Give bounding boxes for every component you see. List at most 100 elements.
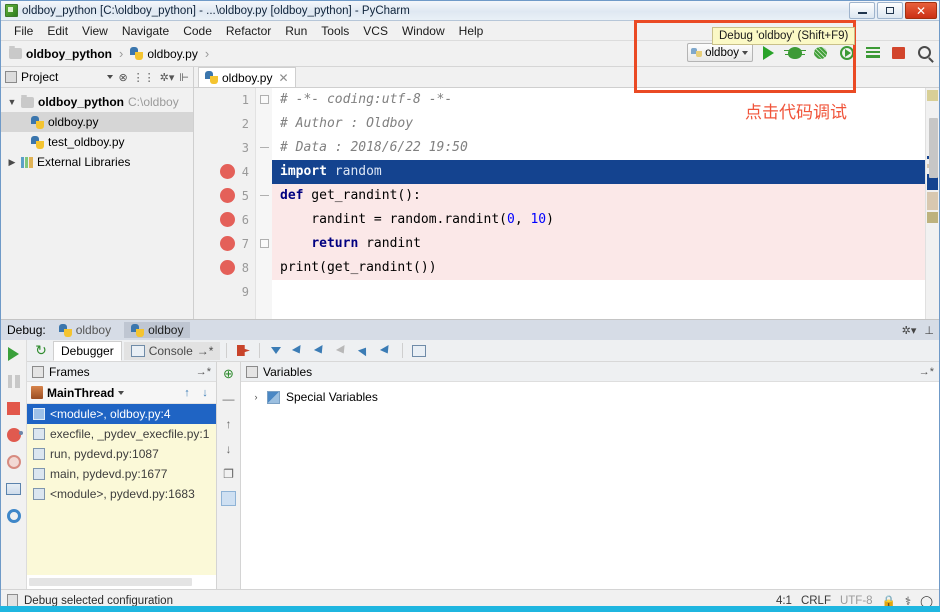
menu-tools[interactable]: Tools <box>314 23 356 39</box>
minimize-button[interactable] <box>849 2 875 19</box>
warning-marker[interactable] <box>927 90 938 101</box>
inspect-button[interactable] <box>221 491 236 506</box>
debug-settings-button[interactable] <box>6 508 22 524</box>
breakpoint-marker[interactable] <box>220 236 235 251</box>
frames-list[interactable]: <module>, oldboy.py:4 execfile, _pydev_e… <box>27 404 216 575</box>
menu-code[interactable]: Code <box>176 23 219 39</box>
mute-breakpoints-button[interactable] <box>6 454 22 470</box>
frame-item-0[interactable]: <module>, oldboy.py:4 <box>27 404 216 424</box>
add-watch-button[interactable]: ⊕ <box>221 366 236 381</box>
autoscroll-icon[interactable]: ⋮⋮ <box>133 71 155 84</box>
menu-run[interactable]: Run <box>278 23 314 39</box>
fold-marker-end[interactable] <box>260 143 269 152</box>
warning-marker-2[interactable] <box>927 212 938 223</box>
editor-marker-rail[interactable] <box>925 88 939 319</box>
hide-window-icon[interactable]: ⊥ <box>924 324 934 337</box>
stop-program-button[interactable] <box>6 400 22 416</box>
menu-window[interactable]: Window <box>395 23 452 39</box>
debug-session-tab-2[interactable]: oldboy <box>124 322 191 338</box>
frame-item-2[interactable]: run, pydevd.py:1087 <box>27 444 216 464</box>
tree-item-external-libraries[interactable]: ▶ External Libraries <box>1 152 193 172</box>
thread-selector[interactable]: MainThread <box>31 386 176 400</box>
menu-view[interactable]: View <box>75 23 115 39</box>
resume-program-button[interactable] <box>6 346 22 362</box>
profile-button[interactable] <box>862 42 883 63</box>
rerun-button[interactable]: ↻ <box>31 342 51 360</box>
restore-layout-button[interactable] <box>6 481 22 497</box>
breakpoint-marker[interactable] <box>220 260 235 275</box>
pause-program-button[interactable] <box>6 373 22 389</box>
frame-item-4[interactable]: <module>, pydevd.py:1683 <box>27 484 216 504</box>
force-step-into-button[interactable] <box>332 342 352 360</box>
step-over-button[interactable] <box>266 342 286 360</box>
tree-item-project-root[interactable]: ▼ oldboy_python C:\oldboy <box>1 92 193 112</box>
variable-row-special[interactable]: › Special Variables <box>241 387 939 407</box>
chevron-collapsed-icon[interactable]: ▶ <box>7 157 17 168</box>
line-separator[interactable]: CRLF <box>801 595 831 607</box>
gear-icon[interactable]: ✲▾ <box>902 324 917 337</box>
fold-marker-def[interactable] <box>260 191 269 200</box>
menu-help[interactable]: Help <box>452 23 491 39</box>
breakpoint-marker[interactable] <box>220 212 235 227</box>
tab-debugger[interactable]: Debugger <box>53 340 122 361</box>
editor-gutter[interactable]: 1 2 3 4 5 6 7 8 9 <box>194 88 256 319</box>
breadcrumb-file[interactable]: oldboy.py <box>147 47 197 61</box>
fold-marker-body[interactable] <box>260 239 269 248</box>
menu-edit[interactable]: Edit <box>40 23 75 39</box>
step-into-button[interactable] <box>288 342 308 360</box>
debug-button[interactable] <box>783 42 806 63</box>
hide-icon[interactable]: ⊩ <box>179 71 189 84</box>
file-encoding[interactable]: UTF-8 <box>840 595 873 607</box>
run-to-cursor-button[interactable] <box>376 342 396 360</box>
debug-session-tab-1[interactable]: oldboy <box>52 322 118 338</box>
debug-coverage-button[interactable] <box>810 42 831 63</box>
breakpoint-marker[interactable] <box>220 188 235 203</box>
frames-hide-icon[interactable]: →* <box>196 366 211 378</box>
run-configuration-selector[interactable]: oldboy <box>687 43 753 62</box>
code-folding-column[interactable] <box>256 88 272 319</box>
menu-vcs[interactable]: VCS <box>356 23 395 39</box>
menu-file[interactable]: File <box>7 23 40 39</box>
move-down-button[interactable]: ↓ <box>221 441 236 456</box>
step-into-my-code-button[interactable] <box>310 342 330 360</box>
step-out-button[interactable] <box>354 342 374 360</box>
collapse-all-icon[interactable]: ⊗ <box>118 71 127 84</box>
variables-tree[interactable]: › Special Variables <box>241 382 939 589</box>
tree-item-oldboy-py[interactable]: oldboy.py <box>1 112 193 132</box>
frame-item-1[interactable]: execfile, _pydev_execfile.py:1 <box>27 424 216 444</box>
chevron-collapsed-icon[interactable]: › <box>251 392 261 402</box>
editor-vertical-scrollbar[interactable] <box>929 118 938 178</box>
fold-marker-header[interactable] <box>260 95 269 104</box>
breadcrumb-project[interactable]: oldboy_python <box>26 47 112 61</box>
breakpoint-marker[interactable] <box>220 164 235 179</box>
maximize-button[interactable] <box>877 2 903 19</box>
editor-tab-oldboy-py[interactable]: oldboy.py ✕ <box>198 67 296 87</box>
menu-refactor[interactable]: Refactor <box>219 23 278 39</box>
run-button[interactable] <box>758 42 779 63</box>
run-coverage-button[interactable] <box>836 42 857 63</box>
move-up-button[interactable]: ↑ <box>221 416 236 431</box>
evaluate-expression-button[interactable] <box>409 342 429 360</box>
previous-frame-button[interactable]: ↑ <box>180 387 194 399</box>
close-button[interactable]: ✕ <box>905 2 937 19</box>
view-breakpoints-button[interactable] <box>6 427 23 443</box>
menu-navigate[interactable]: Navigate <box>115 23 176 39</box>
tab-console[interactable]: Console →* <box>123 341 221 360</box>
remove-watch-button[interactable]: — <box>221 391 236 406</box>
chevron-expanded-icon[interactable]: ▼ <box>7 97 17 107</box>
close-tab-icon[interactable]: ✕ <box>278 71 288 85</box>
frames-horizontal-scrollbar[interactable] <box>29 578 192 586</box>
next-frame-button[interactable]: ↓ <box>198 387 212 399</box>
search-button[interactable] <box>914 42 935 63</box>
chevron-down-icon[interactable] <box>107 75 114 79</box>
show-execution-point-button[interactable] <box>233 342 253 360</box>
python-file-icon <box>31 135 44 149</box>
caret-position[interactable]: 4:1 <box>776 595 792 607</box>
gear-icon[interactable]: ✲▾ <box>160 71 175 84</box>
chevron-down-icon <box>118 390 125 395</box>
copy-value-button[interactable]: ❐ <box>221 466 236 481</box>
variables-hide-icon[interactable]: →* <box>919 366 934 378</box>
stop-button[interactable] <box>888 42 909 63</box>
frame-item-3[interactable]: main, pydevd.py:1677 <box>27 464 216 484</box>
tree-item-test-oldboy-py[interactable]: test_oldboy.py <box>1 132 193 152</box>
